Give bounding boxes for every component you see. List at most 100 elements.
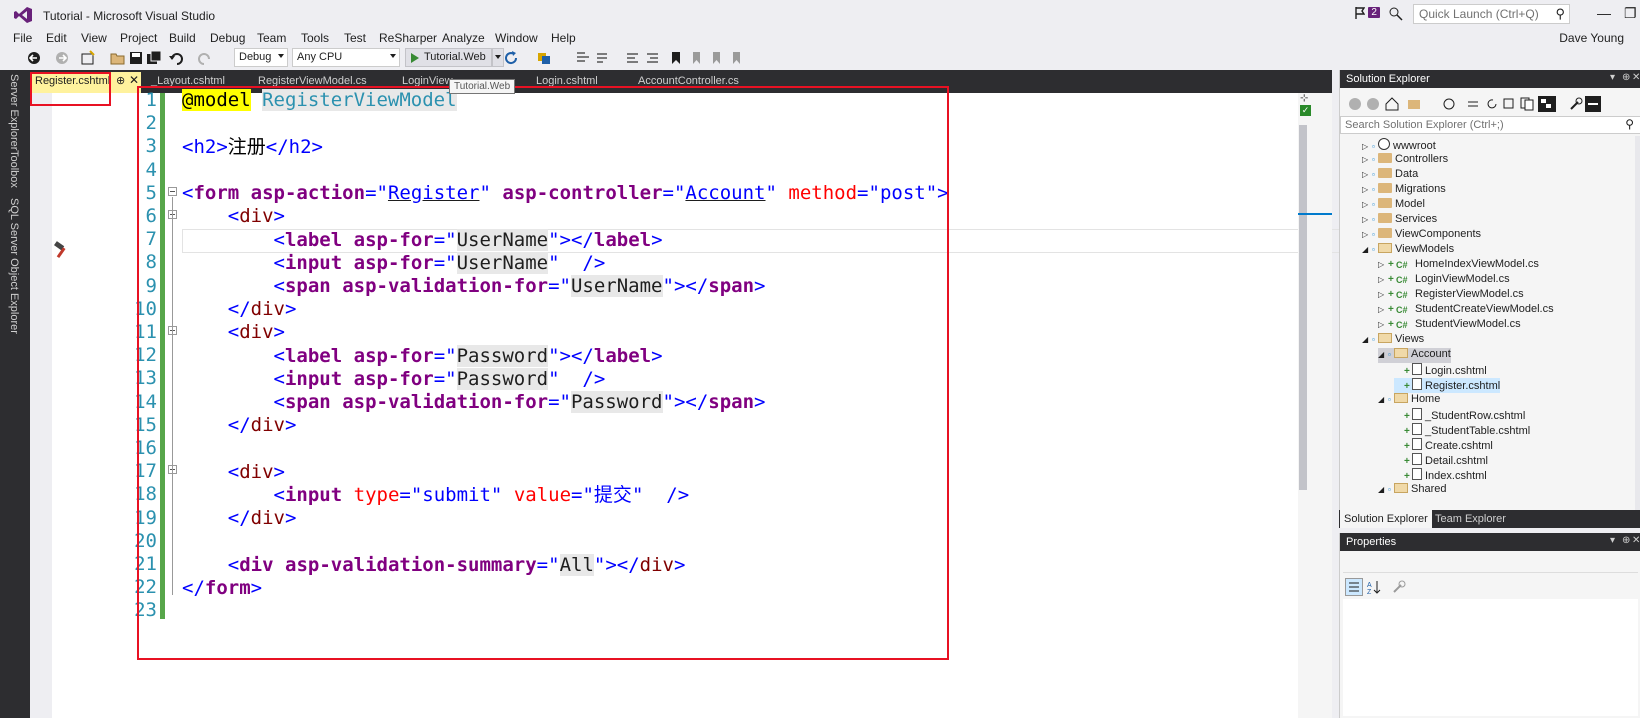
tab-solution-explorer[interactable]: Solution Explorer [1340,510,1432,528]
switch-views-icon[interactable] [1407,97,1421,111]
tab-accountcontroller-cs[interactable]: AccountController.cs [638,75,739,87]
save-all-icon[interactable] [146,50,162,66]
tree-item-studentrow-cshtml[interactable]: + _StudentRow.cshtml [1394,408,1525,423]
expand-arrow-icon[interactable]: ▷ [1362,230,1372,239]
menu-edit[interactable]: Edit [46,29,67,47]
collapse-arrow-icon[interactable]: ◢ [1378,395,1388,404]
menu-debug[interactable]: Debug [210,29,245,47]
pending-changes-filter-icon[interactable] [1442,97,1456,111]
collapse-form-icon[interactable] [168,187,177,196]
show-all-files-icon[interactable] [1520,97,1534,111]
step-into-icon[interactable] [575,50,591,66]
tab-layout-cshtml[interactable]: _Layout.cshtml [151,75,225,87]
alphabetical-sort-icon[interactable]: AZ [1365,578,1383,596]
tree-item-shared[interactable]: ◢ ▫ Shared [1378,483,1446,498]
solution-explorer-search-input[interactable]: Search Solution Explorer (Ctrl+;) ⚲ [1340,116,1640,134]
redo-icon[interactable] [197,50,213,66]
solution-tree-scrollbar[interactable] [1635,136,1640,524]
tab-registerviewmodel-cs[interactable]: RegisterViewModel.cs [258,75,367,87]
expand-arrow-icon[interactable]: ▷ [1362,170,1372,179]
panel-menu-icon[interactable]: ▾ [1610,72,1615,83]
tree-item-detail-cshtml[interactable]: + Detail.cshtml [1394,453,1488,468]
quick-launch-input[interactable]: Quick Launch (Ctrl+Q) ⚲ [1413,4,1570,24]
categorized-icon[interactable] [1345,578,1363,596]
forward-icon[interactable] [1366,97,1380,111]
tree-item-create-cshtml[interactable]: + Create.cshtml [1394,438,1493,453]
expand-arrow-icon[interactable]: ▷ [1378,260,1388,269]
sync-icon[interactable] [1466,97,1480,111]
collapse-all-icon[interactable] [1502,97,1516,111]
minimize-button[interactable]: — [1597,5,1611,21]
properties-object-select[interactable] [1343,555,1638,573]
menu-tools[interactable]: Tools [301,29,329,47]
uncomment-icon[interactable] [645,50,661,66]
expand-arrow-icon[interactable]: ▷ [1362,200,1372,209]
expand-arrow-icon[interactable]: ▷ [1362,142,1372,151]
tree-item-data[interactable]: ▷ ▫ Data [1362,168,1418,183]
expand-arrow-icon[interactable]: ▷ [1362,215,1372,224]
editor-vertical-scrollbar[interactable]: ⊹ ✓ [1298,93,1332,718]
tree-item-homeindexviewmodel-cs[interactable]: ▷ + C# HomeIndexViewModel.cs [1378,258,1539,273]
tree-item-wwwroot[interactable]: ▷ ▫ wwwroot [1362,138,1436,153]
split-icon[interactable]: ⊹ [1300,93,1308,104]
expand-arrow-icon[interactable]: ▷ [1378,320,1388,329]
menu-window[interactable]: Window [495,29,538,47]
expand-arrow-icon[interactable]: ▷ [1378,275,1388,284]
menu-file[interactable]: File [13,29,32,47]
scrollbar-thumb[interactable] [1299,125,1307,490]
pin-icon[interactable]: ⊕ [116,74,125,87]
feedback-icon[interactable] [1388,6,1404,22]
tree-item-services[interactable]: ▷ ▫ Services [1362,213,1437,228]
expand-arrow-icon[interactable]: ▷ [1378,305,1388,314]
quick-action-hammer-icon[interactable] [52,240,72,260]
collapse-arrow-icon[interactable]: ◢ [1378,485,1388,494]
refresh-icon[interactable] [1485,97,1499,111]
tree-item-home[interactable]: ◢ ▫ Home [1378,393,1440,408]
save-icon[interactable] [128,50,144,66]
user-name[interactable]: Dave Young [1559,31,1624,45]
refresh-icon[interactable] [503,50,519,66]
panel-menu-icon[interactable]: ▾ [1610,535,1615,546]
solution-platform-select[interactable]: Any CPU [292,48,400,67]
solution-configuration-select[interactable]: Debug [234,48,288,67]
menu-analyze[interactable]: Analyze [442,29,485,47]
tree-item-register-cshtml[interactable]: + Register.cshtml [1394,378,1501,393]
menu-view[interactable]: View [81,29,107,47]
menu-build[interactable]: Build [169,29,196,47]
back-icon[interactable] [1348,97,1362,111]
tree-item-viewcomponents[interactable]: ▷ ▫ ViewComponents [1362,228,1481,243]
tab-login-cshtml[interactable]: Login.cshtml [536,75,598,87]
menu-test[interactable]: Test [344,29,366,47]
close-icon[interactable]: ✕ [1632,72,1640,83]
close-icon[interactable]: ✕ [1632,535,1640,546]
code-editor[interactable]: @model RegisterViewModel <h2>注册</h2> <fo… [30,89,1342,718]
toolbox-tab[interactable]: Toolbox [8,150,20,188]
forward-icon[interactable] [54,50,70,66]
restore-button[interactable]: ❐ [1624,5,1637,22]
tree-item-model[interactable]: ▷ ▫ Model [1362,198,1425,213]
menu-help[interactable]: Help [551,29,576,47]
expand-arrow-icon[interactable]: ▷ [1378,290,1388,299]
bookmark-icon[interactable] [668,50,684,66]
menu-team[interactable]: Team [257,29,286,47]
tree-item-views[interactable]: ◢ ▫ Views [1362,333,1424,348]
tree-item-registerviewmodel-cs[interactable]: ▷ + C# RegisterViewModel.cs [1378,288,1524,303]
close-icon[interactable]: ✕ [129,73,139,87]
collapse-arrow-icon[interactable]: ◢ [1378,350,1388,359]
browser-link-icon[interactable] [536,50,552,66]
properties-wrench-icon[interactable] [1569,97,1583,111]
tree-item-studenttable-cshtml[interactable]: + _StudentTable.cshtml [1394,423,1530,438]
open-file-icon[interactable] [110,50,126,66]
back-icon[interactable] [26,50,42,66]
tree-item-login-cshtml[interactable]: + Login.cshtml [1394,363,1487,378]
tree-item-index-cshtml[interactable]: + Index.cshtml [1394,468,1487,483]
tree-item-migrations[interactable]: ▷ ▫ Migrations [1362,183,1446,198]
clear-bookmarks-icon[interactable] [728,50,744,66]
start-debugging-button[interactable]: Tutorial.Web [405,48,492,67]
next-bookmark-icon[interactable] [708,50,724,66]
step-over-icon[interactable] [595,50,611,66]
home-icon[interactable] [1385,97,1399,111]
menu-project[interactable]: Project [120,29,157,47]
tree-item-viewmodels[interactable]: ◢ ▫ ViewModels [1362,243,1454,258]
notifications-button[interactable]: 2 [1355,7,1380,22]
